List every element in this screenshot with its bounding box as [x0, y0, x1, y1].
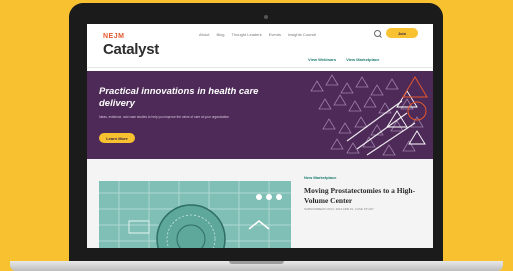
- webcam: [264, 15, 268, 19]
- nav-item-about[interactable]: About: [199, 32, 209, 37]
- top-nav: About Blog Thought Leaders Events Insigh…: [199, 32, 316, 37]
- hero-title: Practical innovations in health care del…: [99, 86, 259, 109]
- join-button[interactable]: Join: [386, 28, 418, 38]
- nav-item-thought-leaders[interactable]: Thought Leaders: [231, 32, 261, 37]
- triangle-pattern-graphic: [310, 74, 428, 156]
- article-title[interactable]: Moving Prostatectomies to a High-Volume …: [304, 186, 426, 205]
- laptop-notch: [229, 261, 284, 264]
- nav-item-blog[interactable]: Blog: [216, 32, 224, 37]
- article-meta: SUBSCRIBERS ONLY, 2016 FEB 23, CASE STUD…: [304, 207, 374, 211]
- laptop-screen: NEJM Catalyst About Blog Thought Leaders…: [87, 24, 433, 248]
- site-header: NEJM Catalyst About Blog Thought Leaders…: [87, 24, 433, 71]
- nav-item-events[interactable]: Events: [269, 32, 281, 37]
- subnav-view-marketplace[interactable]: View Marketplace: [346, 57, 379, 62]
- search-icon[interactable]: [374, 30, 381, 37]
- featured-article-image[interactable]: [99, 181, 291, 248]
- hero-banner: Practical innovations in health care del…: [87, 71, 433, 159]
- logo-nejm: NEJM: [103, 33, 125, 40]
- featured-section: New Marketplace Moving Prostatectomies t…: [87, 159, 433, 248]
- nav-item-insights-council[interactable]: Insights Council: [288, 32, 316, 37]
- logo-catalyst[interactable]: Catalyst: [103, 41, 159, 58]
- article-eyebrow: New Marketplace: [304, 175, 337, 180]
- subnav-view-webinars[interactable]: View Webinars: [308, 57, 336, 62]
- header-divider: [87, 67, 433, 68]
- learn-more-button[interactable]: Learn More: [99, 133, 135, 143]
- hero-subtitle: Ideas, evidence, and case studies to hel…: [99, 115, 230, 119]
- sub-nav: View Webinars View Marketplace: [308, 57, 379, 62]
